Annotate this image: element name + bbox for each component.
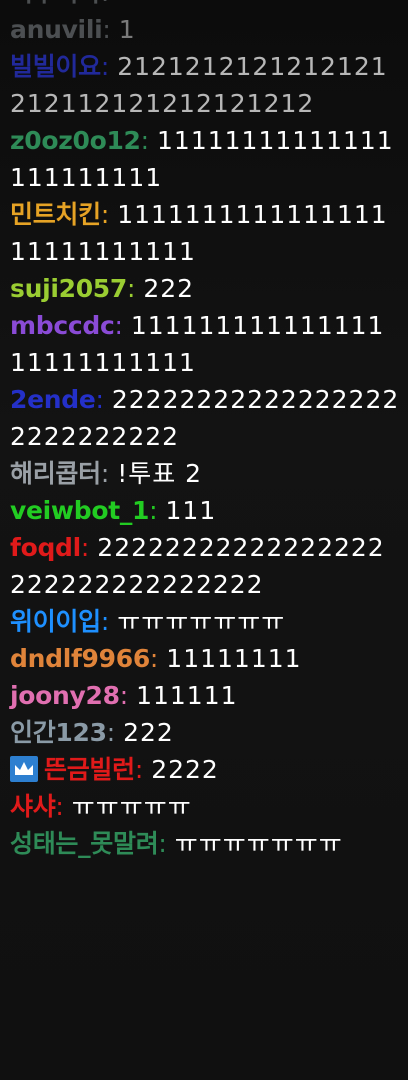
chat-message-text: ㅠㅠㅠㅠㅠ bbox=[71, 792, 192, 821]
chat-separator: : bbox=[106, 718, 124, 747]
chat-message-text: 1 bbox=[118, 15, 136, 44]
chat-separator: : bbox=[140, 126, 158, 155]
chat-message-text: 111 bbox=[165, 496, 217, 525]
chat-separator: : bbox=[134, 755, 152, 784]
chat-username[interactable]: 위이이입 bbox=[10, 607, 101, 636]
chat-message-text: 222 bbox=[123, 718, 174, 747]
chat-username[interactable]: z0oz0o12 bbox=[10, 126, 141, 155]
chat-separator: : bbox=[149, 644, 167, 673]
chat-separator: : bbox=[80, 533, 98, 562]
chat-message-text: ㅋㅋㅋㅋㅋ bbox=[117, 0, 237, 7]
chat-message: veiwbot_1: 111 bbox=[10, 492, 400, 529]
chat-username[interactable]: 2ende bbox=[10, 385, 96, 414]
chat-message: 성태는_못말려: ㅠㅠㅠㅠㅠㅠㅠ bbox=[10, 825, 400, 862]
chat-username[interactable]: 민트치킨 bbox=[10, 200, 101, 229]
chat-username[interactable]: 뜬금빌런 bbox=[44, 755, 135, 784]
chat-message-text: 11111111 bbox=[166, 644, 302, 673]
chat-username[interactable]: veiwbot_1 bbox=[10, 496, 149, 525]
chat-separator: : bbox=[102, 15, 119, 44]
chat-separator: : bbox=[101, 0, 117, 7]
chat-username[interactable]: 샤샤 bbox=[10, 792, 56, 821]
chat-username[interactable]: dndlf9966 bbox=[10, 644, 150, 673]
chat-separator: : bbox=[95, 385, 112, 414]
chat-message: z0oz0o12: 11111111111111111111111 bbox=[10, 122, 400, 196]
chat-message-text: !투표 2 bbox=[117, 459, 203, 488]
chat-message-text: ㅠㅠㅠㅠㅠㅠㅠ bbox=[174, 829, 343, 858]
chat-username[interactable]: joony28 bbox=[10, 681, 120, 710]
chat-message: dndlf9966: 11111111 bbox=[10, 640, 400, 677]
chat-username[interactable]: 성태는_못말려 bbox=[10, 829, 159, 858]
chat-message-text: 111111 bbox=[136, 681, 238, 710]
chat-separator: : bbox=[149, 496, 166, 525]
chat-message: 뜬금빌런: 2222 bbox=[10, 751, 400, 788]
chat-username[interactable]: 해리콥터 bbox=[10, 459, 101, 488]
chat-separator: : bbox=[100, 459, 118, 488]
chat-username[interactable]: foqdl bbox=[10, 533, 81, 562]
chat-message: anuvili: 1 bbox=[10, 11, 400, 48]
chat-message: 샤샤: ㅠㅠㅠㅠㅠ bbox=[10, 788, 400, 825]
chat-message: mbccdc: 11111111111111111111111111 bbox=[10, 307, 400, 381]
chat-username[interactable]: suji2057 bbox=[10, 274, 127, 303]
chat-username[interactable]: mbccdc bbox=[10, 311, 115, 340]
chat-username[interactable]: 빌빌이요 bbox=[10, 52, 101, 81]
chat-message-list[interactable]: 비투비야: ㅋㅋㅋㅋㅋanuvili: 1빌빌이요: 2121212121212… bbox=[0, 0, 408, 862]
chat-separator: : bbox=[100, 200, 118, 229]
chat-separator: : bbox=[100, 607, 118, 636]
chat-separator: : bbox=[55, 792, 72, 821]
chat-separator: : bbox=[100, 52, 118, 81]
chat-separator: : bbox=[114, 311, 131, 340]
chat-message: joony28: 111111 bbox=[10, 677, 400, 714]
chat-username[interactable]: 인간123 bbox=[10, 718, 107, 747]
chat-message: 해리콥터: !투표 2 bbox=[10, 455, 400, 492]
chat-username[interactable]: 비투비야 bbox=[10, 0, 101, 7]
chat-separator: : bbox=[158, 829, 175, 858]
chat-message: 빌빌이요: 2121212121212121212112121212121212 bbox=[10, 48, 400, 122]
crown-icon bbox=[10, 756, 38, 782]
chat-message: 위이이입: ㅠㅠㅠㅠㅠㅠㅠ bbox=[10, 603, 400, 640]
chat-message: 2ende: 222222222222222222222222222 bbox=[10, 381, 400, 455]
chat-message: 민트치킨: 111111111111111111111111111 bbox=[10, 196, 400, 270]
chat-message: suji2057: 222 bbox=[10, 270, 400, 307]
chat-message-text: ㅠㅠㅠㅠㅠㅠㅠ bbox=[117, 607, 286, 636]
chat-message: 비투비야: ㅋㅋㅋㅋㅋ bbox=[10, 0, 400, 11]
chat-message: 인간123: 222 bbox=[10, 714, 400, 751]
chat-message-text: 222 bbox=[143, 274, 195, 303]
chat-separator: : bbox=[127, 274, 144, 303]
chat-message: foqdl: 22222222222222222222222222222222 bbox=[10, 529, 400, 603]
chat-message-text: 2222 bbox=[151, 755, 219, 784]
chat-separator: : bbox=[119, 681, 137, 710]
chat-panel: 비투비야: ㅋㅋㅋㅋㅋanuvili: 1빌빌이요: 2121212121212… bbox=[0, 0, 408, 1080]
chat-username[interactable]: anuvili bbox=[10, 15, 103, 44]
